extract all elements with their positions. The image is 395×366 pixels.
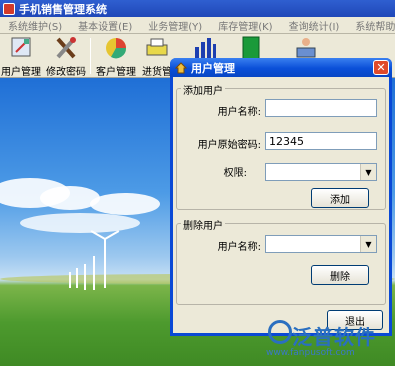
username-input[interactable] (265, 99, 377, 117)
app-icon (3, 2, 15, 15)
chevron-down-icon[interactable]: ▼ (360, 164, 376, 180)
wind-turbine (84, 264, 86, 290)
house-icon (174, 61, 188, 74)
delete-username-select[interactable]: ▼ (265, 235, 377, 253)
toolbar-separator (90, 38, 91, 74)
menu-business-management[interactable]: 业务管理(Y) (140, 18, 210, 33)
user-manage-icon (8, 35, 34, 61)
cloud (20, 213, 140, 233)
menu-inventory-management[interactable]: 库存管理(K) (210, 18, 280, 33)
close-button[interactable]: ✕ (373, 60, 389, 75)
chevron-down-icon[interactable]: ▼ (360, 236, 376, 252)
user-manage-button[interactable]: 用户管理 (0, 35, 42, 78)
watermark: 泛普软件 www.fanpusoft.com (262, 318, 395, 366)
password-label: 用户原始密码: (197, 140, 261, 151)
tools-icon (53, 35, 79, 61)
watermark-brand: 泛普软件 (292, 325, 376, 349)
delete-user-group: 删除用户 用户名称: ▼ 删除 (176, 217, 386, 305)
delete-button[interactable]: 删除 (311, 265, 369, 285)
change-password-button[interactable]: 修改密码 (44, 35, 88, 78)
menu-basic-settings[interactable]: 基本设置(E) (70, 18, 140, 33)
username-label: 用户名称: (217, 107, 261, 118)
watermark-url: www.fanpusoft.com (266, 348, 355, 358)
pie-chart-icon (103, 35, 129, 61)
delete-username-label: 用户名称: (217, 242, 261, 253)
role-label: 权限: (223, 168, 247, 179)
add-user-group: 添加用户 用户名称: 用户原始密码: 权限: ▼ 添加 (176, 82, 386, 210)
role-select[interactable]: ▼ (265, 163, 377, 181)
menu-system-help[interactable]: 系统帮助(H) (347, 18, 395, 33)
dialog-title: 用户管理 (191, 61, 235, 75)
add-user-legend: 添加用户 (181, 82, 225, 97)
app-title: 手机销售管理系统 (19, 2, 107, 16)
menu-query-statistics[interactable]: 查询统计(I) (281, 18, 348, 33)
app-titlebar: 手机销售管理系统 (0, 0, 395, 17)
customer-manage-button[interactable]: 客户管理 (94, 35, 138, 78)
wind-turbine (93, 256, 95, 290)
menu-bar: 系统维护(S) 基本设置(E) 业务管理(Y) 库存管理(K) 查询统计(I) … (0, 17, 395, 34)
user-management-dialog: 用户管理 ✕ 添加用户 用户名称: 用户原始密码: 权限: ▼ 添加 删除用户 … (170, 58, 392, 336)
wind-turbine (69, 272, 71, 288)
password-input[interactable] (265, 132, 377, 150)
dialog-titlebar[interactable]: 用户管理 ✕ (170, 58, 392, 77)
cloud (90, 193, 160, 215)
delete-user-legend: 删除用户 (181, 217, 225, 232)
add-button[interactable]: 添加 (311, 188, 369, 208)
printer-icon (144, 35, 170, 61)
wind-turbine (76, 268, 78, 288)
brand-logo-icon (268, 320, 292, 344)
menu-system-maintenance[interactable]: 系统维护(S) (0, 18, 70, 33)
